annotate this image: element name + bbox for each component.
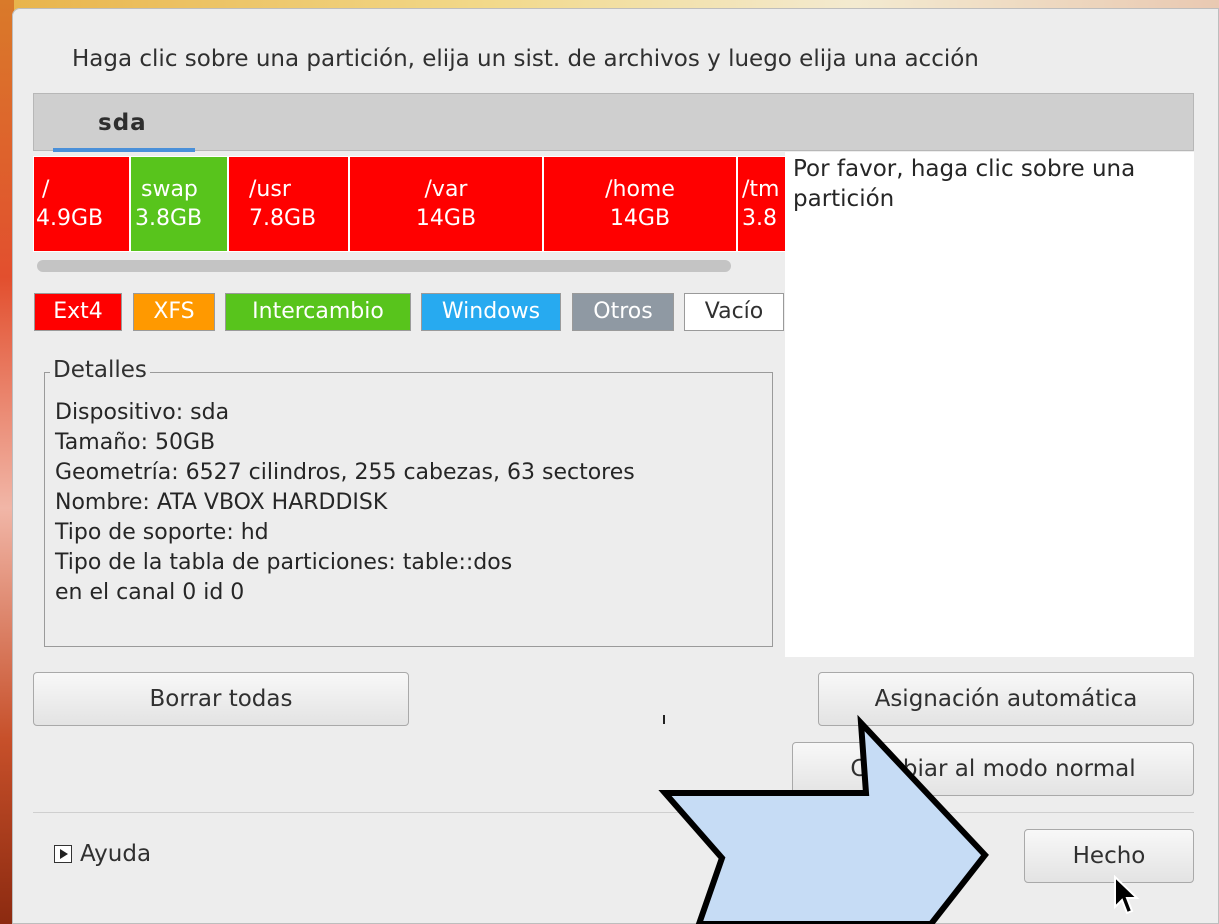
partition-root[interactable]: / 4.9GB xyxy=(33,156,130,252)
partition-size: 14GB xyxy=(415,206,477,231)
help-expander[interactable]: Ayuda xyxy=(54,841,151,871)
expander-triangle-icon xyxy=(54,845,72,863)
partition-size: 3.8GB xyxy=(135,206,203,231)
detail-geometry: Geometría: 6527 cilindros, 255 cabezas, … xyxy=(55,460,635,485)
partition-home[interactable]: /home 14GB xyxy=(543,156,737,252)
legend-windows[interactable]: Windows xyxy=(421,293,561,331)
mouse-pointer-icon xyxy=(1114,875,1140,915)
tab-sda[interactable]: sda xyxy=(53,94,195,152)
partition-size: 4.9GB xyxy=(36,206,104,231)
legend-vacio[interactable]: Vacío xyxy=(684,293,784,331)
disk-tab-bar xyxy=(33,93,1194,151)
normal-mode-button[interactable]: Cambiar al modo normal xyxy=(792,742,1194,796)
partition-mount: swap xyxy=(141,177,198,202)
partition-mount: /tm xyxy=(742,177,780,202)
side-message: Por favor, haga clic sobre una partición xyxy=(793,156,1136,212)
legend-ext4[interactable]: Ext4 xyxy=(34,293,122,331)
detail-table-type: Tipo de la tabla de particiones: table::… xyxy=(55,550,513,575)
detail-channel: en el canal 0 id 0 xyxy=(55,580,245,605)
partition-mount: /home xyxy=(605,177,675,202)
footer-separator xyxy=(33,812,1194,813)
detail-size: Tamaño: 50GB xyxy=(55,430,216,455)
details-content: Dispositivo: sda Tamaño: 50GB Geometría:… xyxy=(55,398,635,608)
detail-device: Dispositivo: sda xyxy=(55,400,230,425)
partition-mount: /usr xyxy=(249,177,291,202)
legend-otros[interactable]: Otros xyxy=(572,293,674,331)
details-title: Detalles xyxy=(50,357,150,383)
partition-tmp[interactable]: /tm 3.8 xyxy=(737,156,785,252)
partition-var[interactable]: /var 14GB xyxy=(349,156,543,252)
separator-tick xyxy=(663,715,665,724)
legend-xfs[interactable]: XFS xyxy=(133,293,215,331)
clear-all-button[interactable]: Borrar todas xyxy=(33,672,409,726)
detail-media-type: Tipo de soporte: hd xyxy=(55,520,269,545)
partition-usr[interactable]: /usr 7.8GB xyxy=(228,156,349,252)
tab-sda-label: sda xyxy=(98,110,147,136)
partition-mount: / xyxy=(42,177,50,202)
auto-allocate-button[interactable]: Asignación automática xyxy=(818,672,1194,726)
partition-size: 7.8GB xyxy=(249,206,317,231)
done-button[interactable]: Hecho xyxy=(1024,829,1194,883)
detail-name: Nombre: ATA VBOX HARDDISK xyxy=(55,490,388,515)
partition-size: 3.8 xyxy=(742,206,777,231)
instructions-text: Haga clic sobre una partición, elija un … xyxy=(72,46,979,72)
partition-mount: /var xyxy=(424,177,468,202)
partition-size: 14GB xyxy=(609,206,671,231)
legend-intercambio[interactable]: Intercambio xyxy=(225,293,411,331)
help-label: Ayuda xyxy=(80,841,152,867)
partition-swap[interactable]: swap 3.8GB xyxy=(130,156,228,252)
partition-scrollbar[interactable] xyxy=(37,260,731,272)
